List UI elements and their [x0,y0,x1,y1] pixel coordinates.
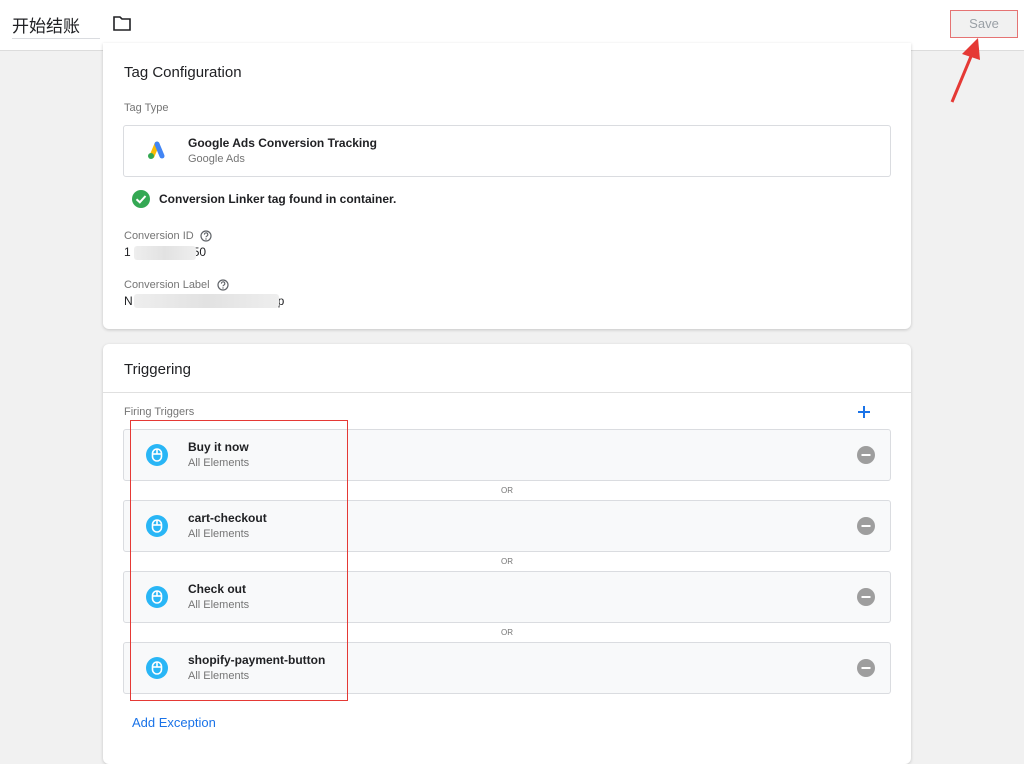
redacted-conversion-label [134,294,279,308]
remove-icon[interactable] [857,588,875,606]
check-circle-icon [132,190,150,208]
google-ads-icon [148,141,165,159]
highlight-annotation [130,420,348,701]
add-exception-link[interactable]: Add Exception [132,715,216,730]
tag-configuration-title: Tag Configuration [124,64,242,81]
conversion-id-label: Conversion ID [124,230,194,242]
tag-type-label: Tag Type [124,102,169,114]
remove-icon[interactable] [857,517,875,535]
red-arrow-annotation [950,38,980,103]
divider [103,392,911,393]
help-icon[interactable] [200,230,212,242]
remove-icon[interactable] [857,446,875,464]
triggering-title: Triggering [124,361,191,378]
plus-icon[interactable] [856,404,872,420]
redacted-conversion-id [134,246,196,260]
conversion-linker-message: Conversion Linker tag found in container… [159,192,397,206]
conversion-label-label: Conversion Label [124,279,210,291]
firing-triggers-label: Firing Triggers [124,406,195,418]
tag-configuration-card: Tag Configuration Tag Type Google Ads Co… [103,43,911,329]
remove-icon[interactable] [857,659,875,677]
folder-icon[interactable] [113,15,131,31]
help-icon[interactable] [217,279,229,291]
save-button[interactable]: Save [950,10,1018,38]
tag-name-field[interactable]: 开始结账 [12,12,100,39]
tag-type-name: Google Ads Conversion Tracking [188,136,377,150]
tag-type-selector[interactable]: Google Ads Conversion Tracking Google Ad… [123,125,891,177]
tag-type-vendor: Google Ads [188,153,245,165]
